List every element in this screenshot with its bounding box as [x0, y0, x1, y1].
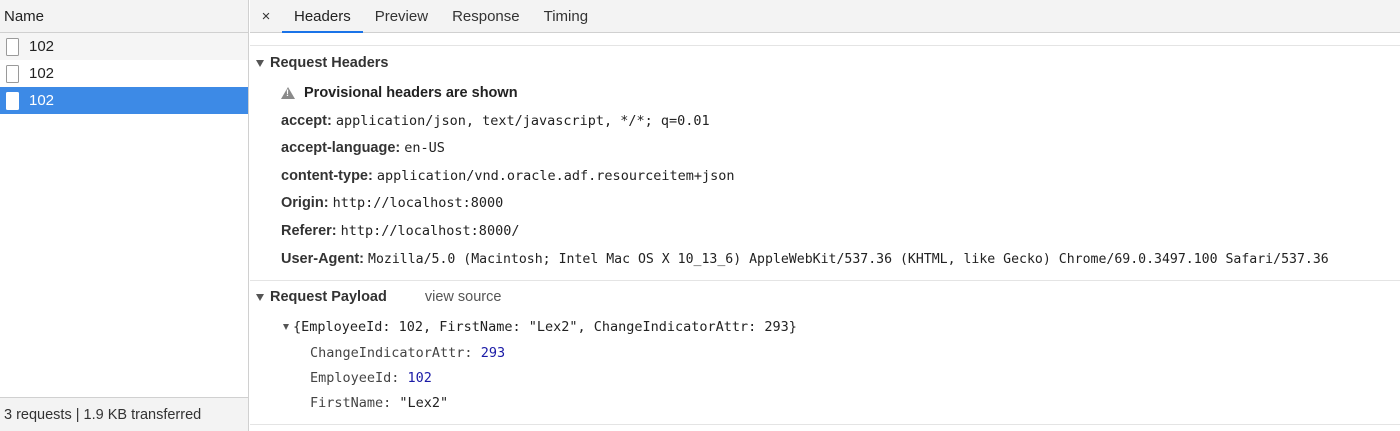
- request-headers-section-toggle[interactable]: Request Headers: [256, 55, 388, 71]
- header-key: content-type:: [281, 168, 377, 184]
- status-footer: 3 requests | 1.9 KB transferred: [0, 397, 248, 431]
- document-icon: [6, 37, 19, 56]
- header-row: User-Agent: Mozilla/5.0 (Macintosh; Inte…: [281, 251, 1329, 267]
- divider: [250, 45, 1400, 46]
- tab-headers[interactable]: Headers: [282, 0, 363, 33]
- document-icon: [6, 91, 19, 110]
- header-key: Origin:: [281, 195, 333, 211]
- header-value: Mozilla/5.0 (Macintosh; Intel Mac OS X 1…: [368, 252, 1329, 267]
- document-icon: [6, 64, 19, 83]
- property-key: ChangeIndicatorAttr:: [310, 345, 481, 361]
- property-key: FirstName:: [310, 395, 400, 411]
- header-row: accept-language: en-US: [281, 140, 445, 156]
- header-key: accept-language:: [281, 140, 405, 156]
- tab-preview[interactable]: Preview: [363, 0, 440, 32]
- header-key: Referer:: [281, 223, 341, 239]
- header-key: accept:: [281, 113, 336, 129]
- transfer-summary: 3 requests | 1.9 KB transferred: [4, 406, 202, 423]
- header-value: en-US: [404, 140, 445, 156]
- header-row: content-type: application/vnd.oracle.adf…: [281, 168, 734, 184]
- header-value: http://localhost:8000/: [340, 223, 520, 239]
- close-icon[interactable]: ×: [250, 0, 282, 32]
- divider: [250, 424, 1400, 425]
- request-details-pane: × Headers Preview Response Timing Reques…: [250, 0, 1400, 431]
- divider: [250, 280, 1400, 281]
- provisional-warning: Provisional headers are shown: [281, 85, 518, 101]
- warning-icon: [281, 87, 295, 99]
- payload-property: EmployeeId: 102: [310, 370, 432, 386]
- property-value: "Lex2": [399, 395, 449, 411]
- details-tabbar: × Headers Preview Response Timing: [250, 0, 1400, 33]
- payload-property: ChangeIndicatorAttr: 293: [310, 345, 505, 361]
- section-title: Request Headers: [270, 55, 389, 71]
- request-name: 102: [29, 92, 55, 109]
- request-name: 102: [29, 65, 55, 82]
- tab-timing[interactable]: Timing: [532, 0, 600, 32]
- name-column-label: Name: [4, 7, 45, 25]
- warning-text: Provisional headers are shown: [304, 85, 518, 101]
- name-column-header[interactable]: Name: [0, 0, 248, 33]
- triangle-down-icon: [283, 324, 289, 330]
- property-key: EmployeeId:: [310, 370, 408, 386]
- property-value: 293: [480, 345, 506, 361]
- header-row: Referer: http://localhost:8000/: [281, 223, 519, 239]
- header-value: http://localhost:8000: [332, 195, 504, 211]
- triangle-down-icon: [256, 293, 264, 301]
- header-value: application/vnd.oracle.adf.resourceitem+…: [376, 168, 735, 184]
- request-list: 102 102 102: [0, 33, 248, 114]
- headers-content: Request Headers Provisional headers are …: [250, 33, 1400, 431]
- payload-object-toggle[interactable]: {EmployeeId: 102, FirstName: "Lex2", Cha…: [283, 319, 797, 335]
- request-list-pane: Name 102 102 102 3 requests | 1.9 KB tra…: [0, 0, 249, 431]
- header-row: Origin: http://localhost:8000: [281, 195, 503, 211]
- request-name: 102: [29, 38, 55, 55]
- header-key: User-Agent:: [281, 251, 369, 267]
- payload-summary: {EmployeeId: 102, FirstName: "Lex2", Cha…: [293, 319, 797, 335]
- tab-response[interactable]: Response: [440, 0, 532, 32]
- request-payload-section-toggle[interactable]: Request Payload view source: [256, 289, 501, 305]
- request-row[interactable]: 102: [0, 33, 248, 60]
- header-value: application/json, text/javascript, */*; …: [335, 113, 710, 129]
- view-source-link[interactable]: view source: [425, 289, 502, 305]
- header-row: accept: application/json, text/javascrip…: [281, 113, 710, 129]
- payload-property: FirstName: "Lex2": [310, 395, 448, 411]
- request-row-selected[interactable]: 102: [0, 87, 248, 114]
- property-value: 102: [407, 370, 432, 386]
- section-title: Request Payload: [270, 289, 387, 305]
- triangle-down-icon: [256, 59, 264, 67]
- request-row[interactable]: 102: [0, 60, 248, 87]
